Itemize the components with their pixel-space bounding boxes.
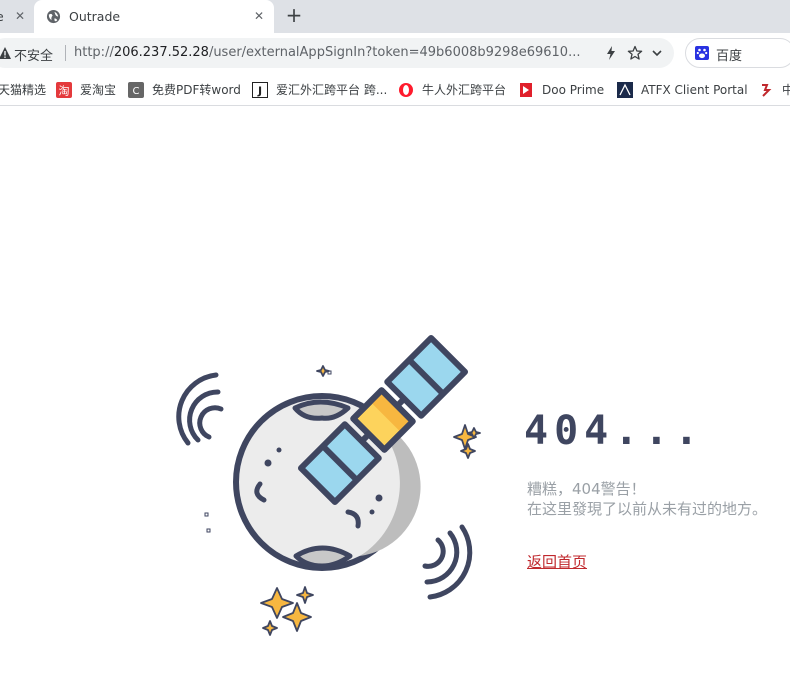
bookmark-label: 牛人外汇跨平台 <box>422 83 507 97</box>
tab-strip: e ✕ Outrade ✕ + <box>0 0 790 33</box>
doo-icon <box>520 83 532 97</box>
browser-toolbar: 不安全 http://206.237.52.28/user/externalAp… <box>0 33 790 73</box>
search-engine-box[interactable]: 百度 <box>685 38 790 68</box>
error-description: 在这里發現了以前从未有过的地方。 <box>527 500 768 518</box>
bookmark-item[interactable]: C 免费PDF转word <box>128 81 241 99</box>
taobao-icon: 淘 <box>56 82 72 98</box>
j-icon: J <box>252 82 268 98</box>
atfx-icon <box>617 82 633 98</box>
bookmark-item[interactable]: 天猫精选 <box>0 81 46 99</box>
bookmark-label: ATFX Client Portal <box>641 83 748 97</box>
baidu-paw-icon <box>695 46 709 60</box>
back-home-link[interactable]: 返回首页 <box>527 553 587 572</box>
bookmark-item[interactable]: ATFX Client Portal <box>617 81 748 99</box>
signal-waves-right <box>422 524 473 600</box>
url-path: /user/externalAppSignIn?token=49b6008b92… <box>208 45 581 60</box>
svg-text:淘: 淘 <box>59 85 70 98</box>
new-tab-button[interactable]: + <box>282 5 306 27</box>
bookmark-label: Doo Prime <box>542 83 605 97</box>
bookmark-item[interactable]: 中 <box>758 81 790 99</box>
svg-text:C: C <box>133 86 140 97</box>
signal-waves-left <box>176 372 224 446</box>
bookmark-label: 爱汇外汇跨平台 跨... <box>276 83 388 97</box>
url-text[interactable]: http://206.237.52.28/user/externalAppSig… <box>74 45 594 60</box>
bookmark-item[interactable]: 牛人外汇跨平台 <box>398 81 506 99</box>
bookmark-label: 免费PDF转word <box>152 83 241 97</box>
bookmark-item[interactable]: 淘 爱淘宝 <box>56 81 116 99</box>
bookmark-label: 爱淘宝 <box>80 83 117 97</box>
svg-text:J: J <box>257 85 262 98</box>
tab-title: Outrade <box>69 9 121 24</box>
tab-outrade[interactable]: Outrade ✕ <box>34 0 274 33</box>
close-icon[interactable]: ✕ <box>252 9 266 23</box>
bookmark-item[interactable]: J 爱汇外汇跨平台 跨... <box>252 81 387 99</box>
satellite-illustration <box>176 334 481 636</box>
tab-title: e <box>0 9 4 24</box>
error-title: 404... <box>524 408 705 454</box>
c-icon: C <box>128 82 144 98</box>
star-icon[interactable] <box>627 45 643 61</box>
zh-icon <box>762 84 772 97</box>
close-icon[interactable]: ✕ <box>13 9 27 23</box>
divider <box>65 45 66 61</box>
globe-icon <box>46 9 61 24</box>
bookmarks-bar: 天猫精选 淘 爱淘宝 C 免费PDF转word J 爱汇外汇跨平台 跨... 牛… <box>0 73 790 106</box>
bookmark-label: 中 <box>782 83 790 97</box>
bookmark-label: 天猫精选 <box>0 83 47 97</box>
error-message: 糟糕，404警告！ <box>527 480 646 498</box>
opera-icon <box>399 83 413 97</box>
chevron-down-icon[interactable] <box>651 47 663 59</box>
address-bar[interactable]: 不安全 http://206.237.52.28/user/externalAp… <box>0 38 674 68</box>
search-engine-label: 百度 <box>716 49 743 64</box>
url-scheme: http:// <box>74 45 114 60</box>
lightning-icon[interactable] <box>604 46 618 60</box>
warning-icon[interactable] <box>0 46 12 60</box>
bookmark-item[interactable]: Doo Prime <box>518 81 604 99</box>
url-host: 206.237.52.28 <box>113 45 209 60</box>
security-label[interactable]: 不安全 <box>14 45 53 64</box>
tab-previous[interactable]: e ✕ <box>0 0 32 33</box>
